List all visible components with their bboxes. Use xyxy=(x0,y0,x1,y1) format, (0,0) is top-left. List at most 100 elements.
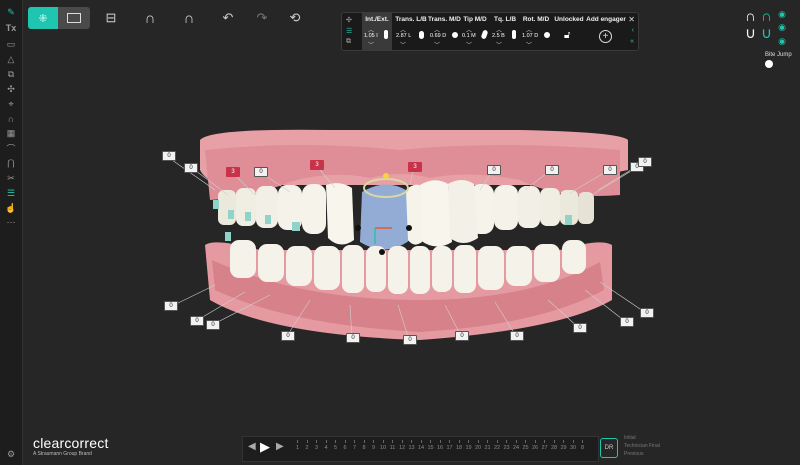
decrease-icon[interactable]: ﹀ xyxy=(368,40,374,49)
move-icon[interactable]: ✣ xyxy=(346,16,352,24)
stage-tick[interactable] xyxy=(363,440,365,443)
stage-tick[interactable] xyxy=(392,440,393,443)
unlock-icon[interactable]: 🔓︎ xyxy=(564,30,570,41)
stage-tick[interactable] xyxy=(344,440,346,443)
stage-tick[interactable] xyxy=(487,440,488,443)
tip-md-control[interactable]: Tip M/D ︿ 0.1 M ﹀ xyxy=(460,13,490,50)
stage-tick[interactable] xyxy=(468,440,469,443)
close-icon[interactable]: ✕ xyxy=(628,15,635,24)
stage-tick[interactable] xyxy=(373,440,374,443)
selected-lower-arch-icon[interactable]: ∪ xyxy=(761,24,772,42)
tooth-label[interactable]: 0 xyxy=(603,165,617,175)
arch-icon[interactable]: ∩ xyxy=(4,113,18,125)
move-icon[interactable]: ✣ xyxy=(4,83,18,95)
stage-tick[interactable] xyxy=(553,440,555,443)
next-stage-icon[interactable]: ▶ xyxy=(276,441,284,452)
stage-number[interactable]: 13 xyxy=(407,445,416,451)
decrease-icon[interactable]: ﹀ xyxy=(466,40,472,49)
upper-molars-right[interactable] xyxy=(470,184,594,234)
stage-tick[interactable] xyxy=(449,440,450,443)
copy-icon[interactable]: ⧉ xyxy=(346,38,351,46)
stage-number[interactable]: 5 xyxy=(331,445,340,451)
tooth-label[interactable]: 0 xyxy=(573,323,587,333)
lower-arch-icon[interactable]: ∪ xyxy=(745,24,756,42)
stage-tick[interactable] xyxy=(297,440,298,443)
upper-arch-icon[interactable]: ∩ xyxy=(745,8,756,25)
tooth-label[interactable]: 0 xyxy=(190,316,204,326)
stage-number[interactable]: 20 xyxy=(474,445,483,451)
lock-toggle[interactable]: Unlocked 🔓︎ xyxy=(552,13,586,50)
tooth-label[interactable]: 0 xyxy=(620,317,634,327)
stage-number[interactable]: 9 xyxy=(369,445,378,451)
stage-tick[interactable] xyxy=(420,440,422,443)
stage-number[interactable]: 18 xyxy=(455,445,464,451)
stage-number[interactable]: 25 xyxy=(521,445,530,451)
bars-icon[interactable]: ☰ xyxy=(4,187,18,199)
stage-tick[interactable] xyxy=(335,440,336,443)
tooth-label[interactable]: 0 xyxy=(346,333,360,343)
grid-icon[interactable]: ▦ xyxy=(4,127,18,139)
reset-icon[interactable]: ⟲ xyxy=(286,10,304,26)
stage-number[interactable]: 14 xyxy=(417,445,426,451)
stage-tick[interactable] xyxy=(458,440,460,443)
stage-tick[interactable] xyxy=(506,440,507,443)
triangle-icon[interactable]: △ xyxy=(4,53,18,65)
int-ext-control[interactable]: Int./Ext. ︿ 1.05 I ﹀ xyxy=(362,13,392,50)
stage-tick[interactable] xyxy=(430,440,431,443)
bite-jump-toggle[interactable] xyxy=(765,60,773,68)
decrease-icon[interactable]: ﹀ xyxy=(400,40,406,49)
stage-number[interactable]: 21 xyxy=(483,445,492,451)
stage-tick[interactable] xyxy=(477,440,479,443)
add-engager-button[interactable]: Add engager + xyxy=(586,13,626,50)
stage-tick[interactable] xyxy=(411,440,412,443)
stage-number[interactable]: 10 xyxy=(379,445,388,451)
trans-md-control[interactable]: Trans. M/D ︿ 0.69 D ﹀ xyxy=(428,13,461,50)
tx-button[interactable]: Tx xyxy=(4,22,18,34)
tooth-label[interactable]: 0 xyxy=(638,157,652,167)
tooth-label[interactable]: 0 xyxy=(254,167,268,177)
stage-number[interactable]: 24 xyxy=(512,445,521,451)
stage-tick[interactable] xyxy=(525,440,526,443)
previous-stage-icon[interactable]: ◀ xyxy=(248,441,256,452)
stage-tick[interactable] xyxy=(534,440,536,443)
stage-number[interactable]: 7 xyxy=(350,445,359,451)
stage-number[interactable]: 11 xyxy=(388,445,397,451)
stage-number[interactable]: 8 xyxy=(578,445,587,451)
selected-arch-icon[interactable]: ∩ xyxy=(761,8,772,25)
tooth-label-warning[interactable]: 3 xyxy=(310,160,324,170)
stage-number[interactable]: 26 xyxy=(531,445,540,451)
tooth-label[interactable]: 0 xyxy=(403,335,417,345)
pencil-icon[interactable]: ✎ xyxy=(4,6,18,18)
stage-number[interactable]: 23 xyxy=(502,445,511,451)
tooth-label[interactable]: 0 xyxy=(455,331,469,341)
stage-tick[interactable] xyxy=(515,440,517,443)
align-icon[interactable]: ☰ xyxy=(346,27,352,35)
eye-icon[interactable]: ◉ xyxy=(778,9,786,20)
select-teeth-button[interactable]: ⁜ xyxy=(28,7,58,29)
tooth-label[interactable]: 0 xyxy=(281,331,295,341)
stage-tick[interactable] xyxy=(439,440,441,443)
torque-lb-control[interactable]: Tq. L/B ︿ 2.5 B ﹀ xyxy=(490,13,520,50)
tooth-label[interactable]: 0 xyxy=(545,165,559,175)
stage-number[interactable]: 4 xyxy=(322,445,331,451)
decrease-icon[interactable]: ﹀ xyxy=(526,40,532,49)
tooth-label-warning[interactable]: 3 xyxy=(226,167,240,177)
arch-bracket-icon[interactable]: ⋂ xyxy=(4,157,18,169)
stage-number[interactable]: 6 xyxy=(341,445,350,451)
rectangle-icon[interactable]: ▭ xyxy=(4,38,18,50)
stage-tick[interactable] xyxy=(325,440,327,443)
collapse-icon[interactable]: « xyxy=(630,38,634,45)
stage-number[interactable]: 17 xyxy=(445,445,454,451)
stage-number[interactable]: 2 xyxy=(303,445,312,451)
rotation-md-control[interactable]: Rot. M/D ︿ 1.07 D ﹀ xyxy=(520,13,552,50)
decrease-icon[interactable]: ﹀ xyxy=(434,40,440,49)
dr-badge[interactable]: DR xyxy=(600,438,618,458)
stage-number[interactable]: 1 xyxy=(293,445,302,451)
tooth-label[interactable]: 0 xyxy=(487,165,501,175)
stage-tick[interactable] xyxy=(354,440,355,443)
stage-tick[interactable] xyxy=(306,440,308,443)
stage-tick[interactable] xyxy=(582,440,583,443)
stage-number[interactable]: 22 xyxy=(493,445,502,451)
upper-central-right[interactable] xyxy=(406,184,422,245)
lower-arch-icon[interactable]: ∩ xyxy=(180,10,198,27)
